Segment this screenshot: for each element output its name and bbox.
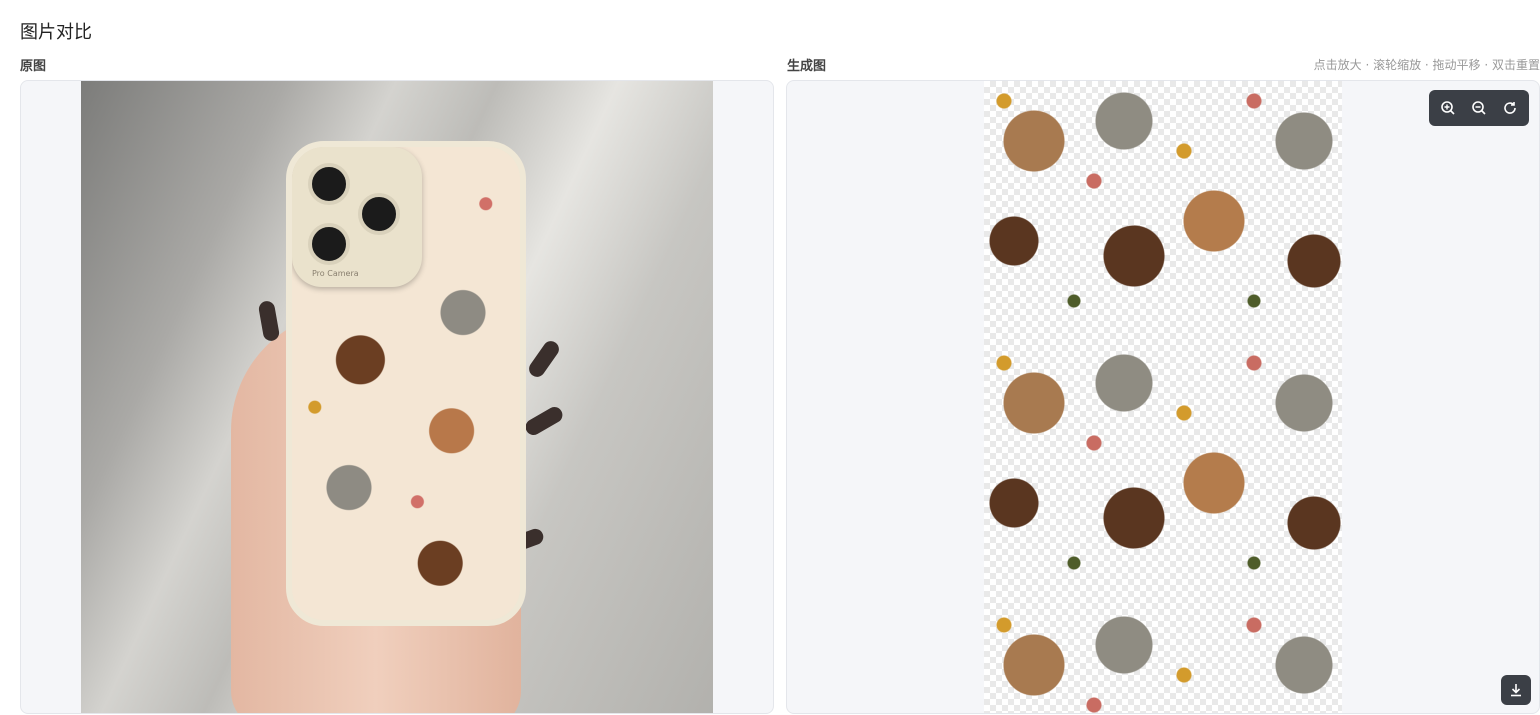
original-image-label: 原图 xyxy=(20,59,47,74)
original-image-panel: Pro Camera xyxy=(20,80,774,714)
camera-lens xyxy=(308,223,350,265)
reset-icon[interactable] xyxy=(1497,95,1523,121)
camera-module: Pro Camera xyxy=(292,147,422,287)
generated-image-label: 生成图 xyxy=(787,59,827,74)
original-image: Pro Camera xyxy=(81,81,713,713)
fingernail xyxy=(522,404,566,438)
generated-image[interactable] xyxy=(984,81,1342,713)
page-title: 图片对比 xyxy=(20,22,92,43)
fingernail xyxy=(525,338,563,380)
zoom-toolbar xyxy=(1429,90,1529,126)
interaction-hint: 点击放大 · 滚轮缩放 · 拖动平移 · 双击重置 xyxy=(1313,58,1540,72)
download-icon xyxy=(1511,684,1521,697)
fingernail xyxy=(257,299,281,343)
camera-label: Pro Camera xyxy=(312,269,359,278)
zoom-out-icon[interactable] xyxy=(1466,95,1492,121)
phone-case: Pro Camera xyxy=(286,141,526,626)
camera-lens xyxy=(358,193,400,235)
zoom-in-icon[interactable] xyxy=(1435,95,1461,121)
generated-image-panel[interactable] xyxy=(786,80,1540,714)
camera-lens xyxy=(308,163,350,205)
download-button[interactable] xyxy=(1501,675,1531,705)
